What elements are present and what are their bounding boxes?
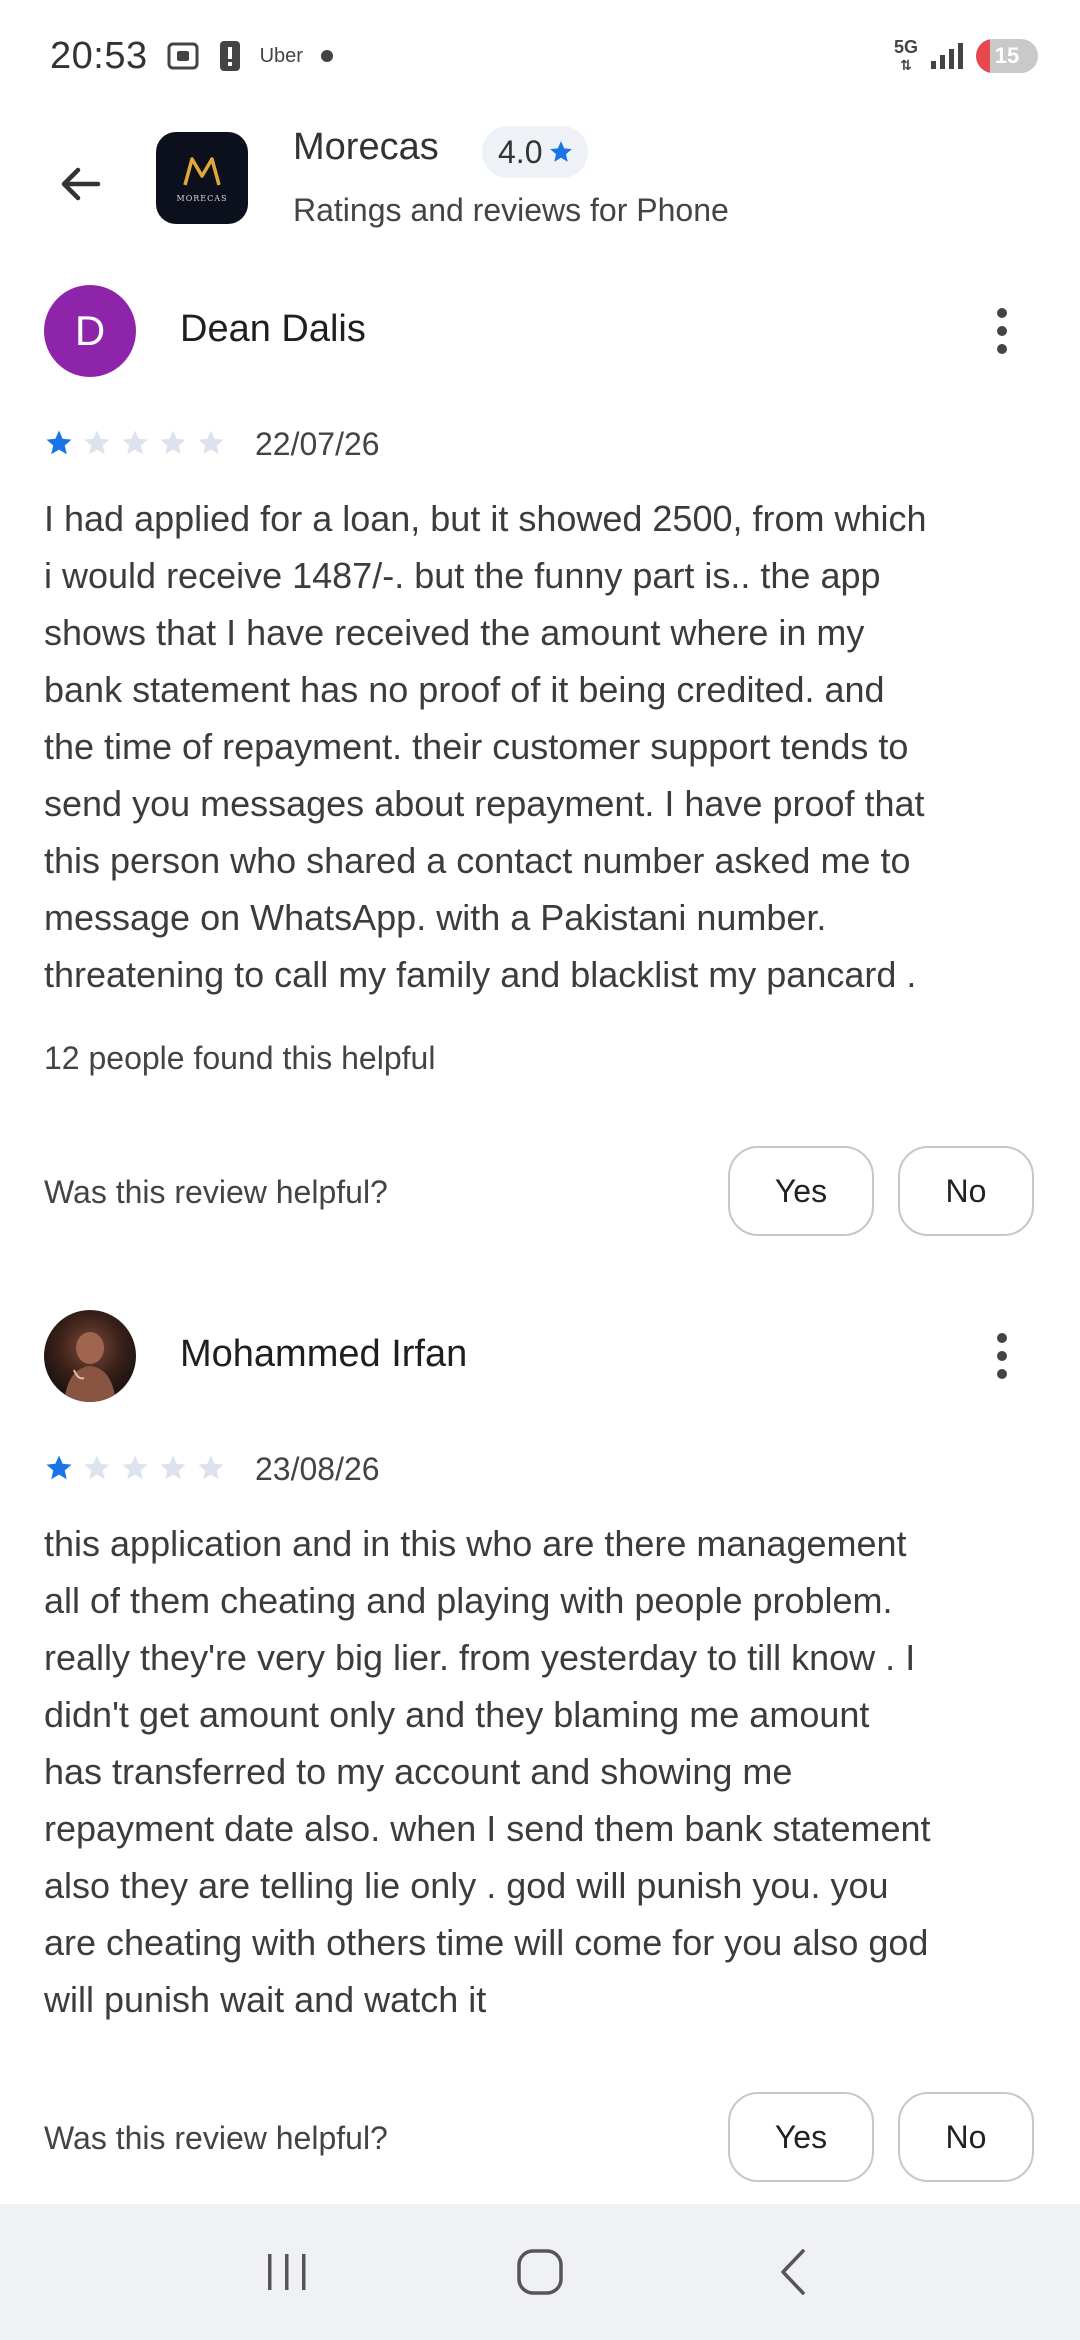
alert-icon — [218, 39, 242, 73]
back-nav-button[interactable] — [743, 2232, 843, 2312]
app-header: MORECAS Morecas 4.0 Ratings and reviews … — [0, 112, 1080, 262]
review-text-line: bank statement has no proof of it being … — [44, 669, 885, 710]
page-subtitle: Ratings and reviews for Phone — [293, 192, 729, 228]
status-bar: 20:53 Uber 5G ⇅ 15 — [0, 0, 1080, 112]
app-logo[interactable]: MORECAS — [156, 132, 248, 224]
status-right: 5G ⇅ 15 — [894, 38, 1038, 74]
more-options-button[interactable] — [980, 1324, 1024, 1388]
review-text-line: send you messages about repayment. I hav… — [44, 783, 925, 824]
review-text: this application and in this who are the… — [44, 1515, 1044, 2028]
status-time: 20:53 — [50, 34, 148, 77]
review-text-line: has transferred to my account and showin… — [44, 1751, 793, 1792]
star-empty-icon — [122, 1455, 148, 1480]
network-type: 5G — [893, 37, 918, 57]
star-empty-icon — [122, 430, 148, 455]
helpful-yes-button[interactable]: Yes — [728, 2092, 874, 2182]
rating-badge: 4.0 — [482, 126, 589, 178]
network-5g-icon: 5G ⇅ — [894, 38, 918, 74]
star-empty-icon — [198, 430, 224, 455]
data-arrows-icon: ⇅ — [900, 57, 912, 73]
back-nav-icon — [781, 2249, 806, 2295]
star-filled-icon — [46, 1455, 72, 1480]
review-text-line: are cheating with others time will come … — [44, 1922, 929, 1963]
review-text-line: didn't get amount only and they blaming … — [44, 1694, 870, 1735]
more-notifications-dot — [320, 50, 333, 62]
home-button[interactable] — [490, 2232, 590, 2312]
star-icon — [550, 141, 573, 162]
helpful-question: Was this review helpful? — [44, 2120, 388, 2156]
avatar: D — [44, 285, 136, 377]
star-filled-icon — [46, 430, 72, 455]
review-text-line: really they're very big lier. from yeste… — [44, 1637, 916, 1678]
review-text-line: will punish wait and watch it — [44, 1979, 487, 2020]
more-vert-dot — [997, 326, 1007, 336]
helpful-no-button[interactable]: No — [898, 1146, 1034, 1236]
star-rating — [44, 428, 226, 458]
arrow-back-icon — [61, 167, 101, 201]
review-text-line: this person who shared a contact number … — [44, 840, 911, 881]
screenshot-icon — [166, 39, 200, 73]
review-date: 23/08/26 — [255, 1451, 380, 1487]
star-empty-icon — [84, 430, 110, 455]
rating-value: 4.0 — [498, 133, 543, 170]
review-text-line: threatening to call my family and blackl… — [44, 954, 917, 995]
reviewer-name: Mohammed Irfan — [180, 1333, 468, 1375]
review-text-line: the time of repayment. their customer su… — [44, 726, 909, 767]
uber-notification-icon: Uber — [259, 44, 303, 67]
avatar-letter: D — [74, 307, 106, 354]
system-nav-bar — [0, 2204, 1080, 2340]
review-text-line: i would receive 1487/-. but the funny pa… — [44, 555, 881, 596]
more-vert-icon — [997, 308, 1007, 318]
review-text-line: all of them cheating and playing with pe… — [44, 1580, 893, 1621]
profile-photo-icon — [64, 1332, 116, 1402]
star-empty-icon — [160, 1455, 186, 1480]
battery-low-fill — [976, 39, 990, 73]
back-button[interactable] — [48, 152, 112, 216]
review-text-line: this application and in this who are the… — [44, 1523, 907, 1564]
review-text-line: also they are telling lie only . god wil… — [44, 1865, 889, 1906]
battery-level: 15 — [994, 43, 1020, 68]
star-empty-icon — [84, 1455, 110, 1480]
helpful-yes-button[interactable]: Yes — [728, 1146, 874, 1236]
helpful-no-button[interactable]: No — [898, 2092, 1034, 2182]
signal-icon — [930, 41, 964, 71]
more-options-button[interactable] — [980, 299, 1024, 363]
review-text-line: I had applied for a loan, but it showed … — [44, 498, 927, 539]
review-text-line: repayment date also. when I send them ba… — [44, 1808, 931, 1849]
logo-text: MORECAS — [176, 193, 228, 203]
home-icon — [517, 2249, 563, 2295]
avatar — [44, 1310, 136, 1402]
more-vert-dot — [997, 344, 1007, 354]
review-date: 22/07/26 — [255, 426, 380, 462]
star-empty-icon — [160, 430, 186, 455]
more-vert-dot — [997, 1351, 1007, 1361]
reviewer-name: Dean Dalis — [180, 308, 366, 350]
battery-icon: 15 — [976, 39, 1038, 73]
app-title: Morecas — [293, 126, 439, 168]
more-vert-dot — [997, 1369, 1007, 1379]
status-left: 20:53 Uber — [50, 35, 333, 78]
helpful-count: 12 people found this helpful — [44, 1040, 436, 1076]
recent-apps-icon — [267, 2254, 306, 2290]
more-vert-icon — [997, 1333, 1007, 1343]
review-text-line: message on WhatsApp. with a Pakistani nu… — [44, 897, 827, 938]
review-text: I had applied for a loan, but it showed … — [44, 490, 1044, 1003]
review-text-line: shows that I have received the amount wh… — [44, 612, 865, 653]
recent-apps-button[interactable] — [237, 2232, 337, 2312]
logo-m-icon — [183, 156, 221, 185]
star-empty-icon — [198, 1455, 224, 1480]
helpful-question: Was this review helpful? — [44, 1174, 388, 1210]
star-rating — [44, 1453, 226, 1483]
